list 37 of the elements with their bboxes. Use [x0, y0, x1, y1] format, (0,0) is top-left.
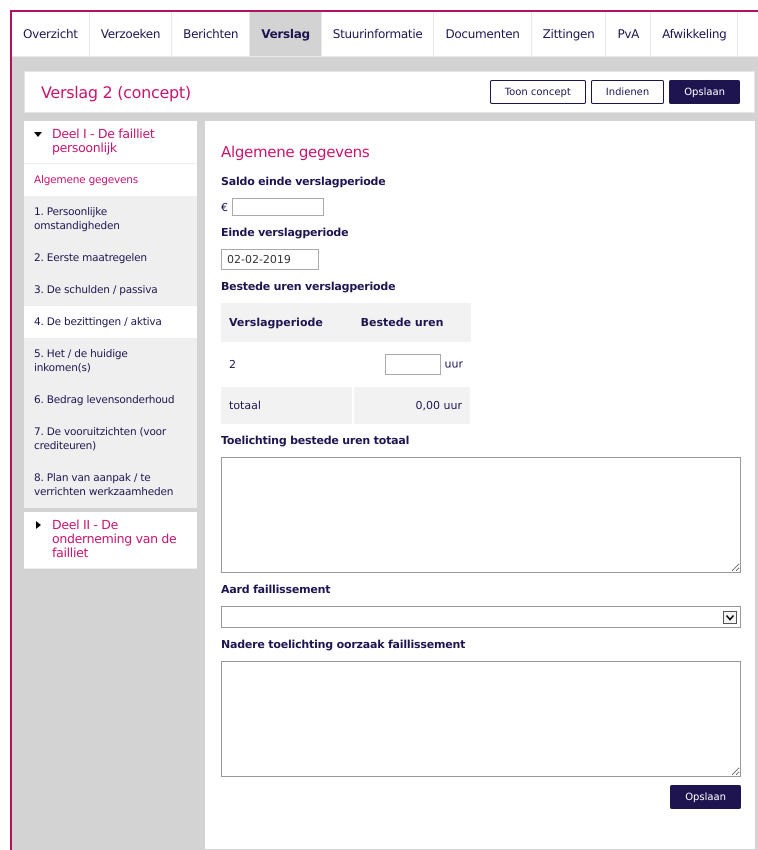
table-cell: 2	[221, 342, 353, 387]
field-label: Nadere toelichting oorzaak faillissement	[221, 638, 466, 651]
amount-field[interactable]	[232, 198, 324, 216]
section-header[interactable]: Deel II - De onderneming van de failliet	[24, 512, 197, 569]
action-button[interactable]: Indienen	[590, 80, 664, 104]
field-label: Saldo einde verslagperiode	[221, 175, 386, 188]
field-label: Bestede uren verslagperiode	[221, 280, 396, 293]
sidebar-item[interactable]: 6. Bedrag levensonderhoud	[24, 384, 197, 416]
field-label: Aard faillissement	[221, 583, 332, 596]
column-header: Verslagperiode	[221, 303, 353, 342]
sidebar-item[interactable]: 8. Plan van aanpak / te verrichten werkzaamheden	[24, 462, 197, 508]
section-title: Deel II - De onderneming van de failliet	[52, 518, 178, 560]
sidebar-item[interactable]: 7. De vooruitzichten (voor crediteuren)	[24, 416, 197, 462]
dropdown-field[interactable]	[221, 606, 741, 628]
date-field[interactable]: 02-02-2019	[221, 249, 319, 270]
page-title: Verslag 2 (concept)	[41, 82, 191, 102]
sidebar-item[interactable]: 5. Het / de huidige inkomen(s)	[24, 338, 197, 384]
table-cell: totaal	[221, 387, 353, 424]
section-title: Deel I - De failliet persoonlijk	[52, 127, 156, 155]
dropdown-icon[interactable]	[723, 610, 737, 624]
field-label: Toelichting bestede uren totaal	[221, 434, 410, 447]
section-heading: Algemene gegevens	[221, 143, 370, 161]
text-area[interactable]	[221, 457, 741, 573]
nav-tab[interactable]: Verslag	[250, 12, 322, 56]
action-button[interactable]: Toon concept	[490, 80, 586, 104]
hours-field[interactable]	[385, 354, 442, 375]
column-header: Bestede uren	[352, 303, 471, 342]
sidebar-item[interactable]: 1. Persoonlijke omstandigheden	[24, 196, 197, 242]
save-button[interactable]: Opslaan	[670, 785, 741, 809]
currency-label: €	[221, 200, 228, 214]
field-label: Einde verslagperiode	[221, 226, 350, 239]
save-button[interactable]: Opslaan	[669, 80, 740, 104]
text-area[interactable]	[221, 661, 741, 777]
table-cell: 0,00 uur	[352, 387, 471, 424]
unit-label: uur	[444, 358, 463, 371]
sidebar-item[interactable]: 2. Eerste maatregelen	[24, 242, 197, 274]
sidebar-item[interactable]: 3. De schulden / passiva	[24, 274, 197, 306]
